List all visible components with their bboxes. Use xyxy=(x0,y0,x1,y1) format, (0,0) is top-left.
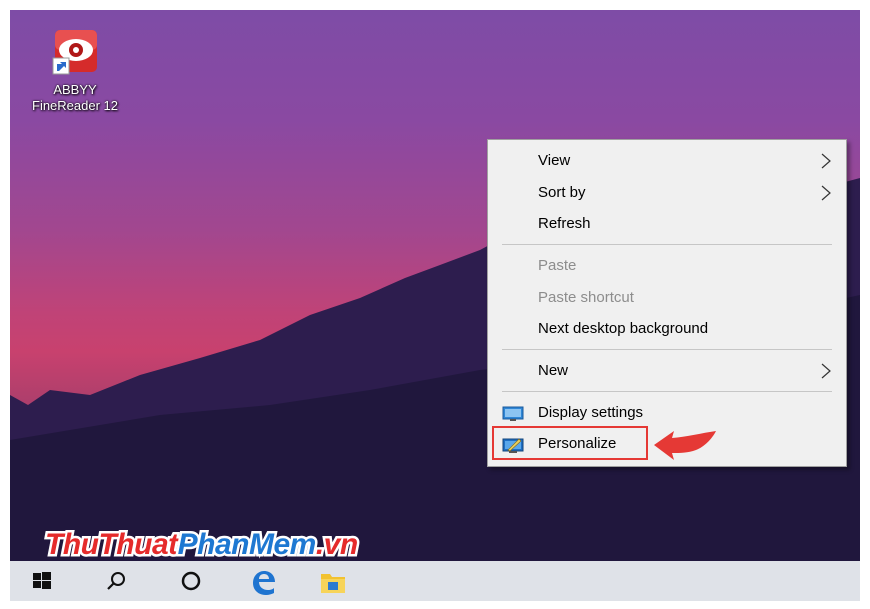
menu-item-label: Paste shortcut xyxy=(538,289,634,306)
file-explorer-button[interactable] xyxy=(305,561,361,601)
desktop-context-menu: View Sort by Refresh Paste Paste shortcu… xyxy=(487,139,847,467)
cortana-button[interactable] xyxy=(165,561,221,601)
chevron-right-icon xyxy=(821,153,831,169)
watermark-part: .vn xyxy=(313,526,360,564)
menu-separator xyxy=(502,349,832,350)
chevron-right-icon xyxy=(821,363,831,379)
start-button[interactable] xyxy=(16,561,72,601)
menu-item-label: Next desktop background xyxy=(538,320,709,337)
search-icon xyxy=(107,572,125,590)
menu-separator xyxy=(502,391,832,392)
taskbar xyxy=(10,561,860,601)
menu-item-label: Refresh xyxy=(538,215,591,232)
menu-item-paste[interactable]: Paste xyxy=(488,251,846,281)
chevron-right-icon xyxy=(821,185,831,201)
edge-button[interactable] xyxy=(235,561,291,601)
menu-item-view[interactable]: View xyxy=(488,146,846,176)
start-icon xyxy=(33,572,51,589)
menu-item-sort-by[interactable]: Sort by xyxy=(488,178,846,208)
menu-item-label: New xyxy=(538,362,569,379)
cortana-icon xyxy=(181,571,201,591)
display-settings-icon xyxy=(502,406,524,421)
desktop-icon-abbyy[interactable]: ABBYY FineReader 12 xyxy=(20,28,130,114)
menu-item-refresh[interactable]: Refresh xyxy=(488,209,846,239)
file-explorer-icon xyxy=(321,574,345,593)
personalize-highlight-box xyxy=(492,426,648,460)
menu-item-label: View xyxy=(538,152,571,169)
menu-item-paste-shortcut[interactable]: Paste shortcut xyxy=(488,283,846,313)
menu-item-label: Paste xyxy=(538,257,577,274)
menu-item-new[interactable]: New xyxy=(488,356,846,386)
edge-icon xyxy=(253,571,275,595)
watermark-part: PhanMem xyxy=(175,526,319,564)
menu-item-label: Sort by xyxy=(538,184,586,201)
search-button[interactable] xyxy=(90,561,146,601)
watermark-logo: ThuThuatPhanMem.vn xyxy=(43,526,361,564)
desktop-icon-label: ABBYY FineReader 12 xyxy=(32,82,118,113)
red-arrow-pointer-icon xyxy=(654,431,716,460)
abbyy-finereader-icon xyxy=(51,28,99,76)
watermark-part: ThuThuat xyxy=(43,526,181,564)
menu-item-next-desktop-background[interactable]: Next desktop background xyxy=(488,314,846,344)
menu-separator xyxy=(502,244,832,245)
menu-item-label: Display settings xyxy=(538,404,644,421)
